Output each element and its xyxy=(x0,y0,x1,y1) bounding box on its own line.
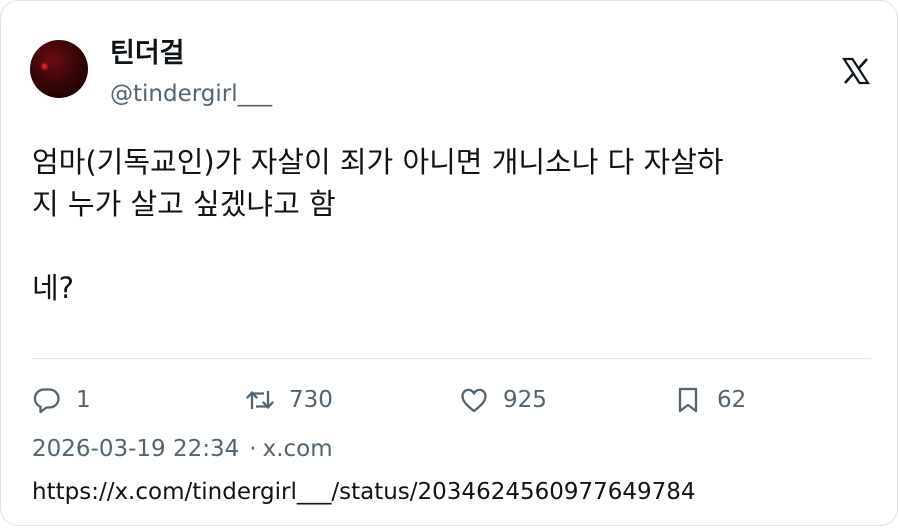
tweet-meta: 2026-03-19 22:34 · x.com xyxy=(32,434,333,464)
meta-separator: · xyxy=(249,436,257,462)
avatar-highlight xyxy=(42,64,47,69)
retweet-count: 730 xyxy=(289,387,333,413)
like-button[interactable]: 925 xyxy=(459,383,547,417)
reply-button[interactable]: 1 xyxy=(32,383,91,417)
timestamp[interactable]: 2026-03-19 22:34 xyxy=(32,436,239,462)
retweet-button[interactable]: 730 xyxy=(245,383,333,417)
author-handle[interactable]: @tindergirl___ xyxy=(110,79,272,109)
x-logo-icon[interactable] xyxy=(841,56,871,86)
retweet-icon xyxy=(245,385,275,415)
heart-icon xyxy=(459,385,489,415)
author-display-name[interactable]: 틴더걸 xyxy=(110,37,185,71)
tweet-card: 틴더걸 @tindergirl___ 엄마(기독교인)가 자살이 죄가 아니면 … xyxy=(0,0,898,526)
source-link[interactable]: x.com xyxy=(263,436,333,462)
bookmark-icon xyxy=(673,385,703,415)
avatar[interactable] xyxy=(30,40,88,98)
bookmark-button[interactable]: 62 xyxy=(673,383,746,417)
bookmark-count: 62 xyxy=(717,387,747,413)
divider xyxy=(32,358,871,359)
tweet-text: 엄마(기독교인)가 자살이 죄가 아니면 개니소나 다 자살하 지 누가 살고 … xyxy=(32,145,724,305)
like-count: 925 xyxy=(503,387,547,413)
reply-icon xyxy=(32,385,62,415)
tweet-url-link[interactable]: https://x.com/tindergirl___/status/20346… xyxy=(32,477,696,507)
reply-count: 1 xyxy=(76,387,91,413)
